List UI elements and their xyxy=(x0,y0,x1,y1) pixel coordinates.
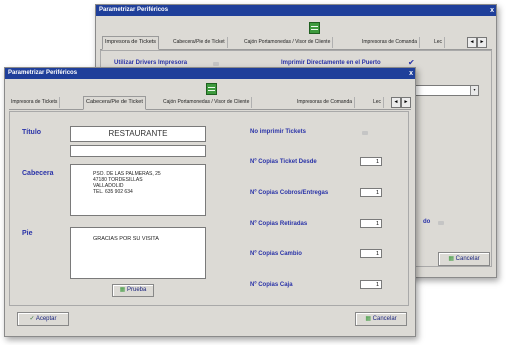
aceptar-check-icon: ✓ xyxy=(29,316,35,322)
cabecera-text: PSO. DE LAS PALMERAS, 25 47180 TORDESILL… xyxy=(93,171,161,195)
back-tab-left-arrow-icon[interactable]: ◄ xyxy=(467,37,477,48)
pie-label: Pie xyxy=(22,230,33,237)
back-window-titlebar[interactable]: Parametrizar Periféricos x xyxy=(96,5,496,16)
copias-cambio-label: Nº Copias Cambio xyxy=(250,251,302,257)
cabecera-textarea[interactable]: PSO. DE LAS PALMERAS, 25 47180 TORDESILL… xyxy=(70,164,206,216)
back-cancel-label: Cancelar xyxy=(455,256,480,262)
titulo-label: Título xyxy=(22,129,42,136)
back-tab-lec[interactable]: Lec xyxy=(432,37,446,48)
copias-caja-input[interactable]: 1 xyxy=(360,280,382,289)
pie-textarea[interactable]: GRACIAS POR SU VISITA xyxy=(70,227,206,279)
pie-text: GRACIAS POR SU VISITA xyxy=(93,236,159,242)
back-tab-impresoras-comanda[interactable]: Impresoras de Comanda xyxy=(360,37,421,48)
front-tab-left-arrow-icon[interactable]: ◄ xyxy=(391,97,401,108)
front-window-titlebar[interactable]: Parametrizar Periféricos x xyxy=(5,68,415,79)
printer-config-icon xyxy=(309,22,320,34)
cabecera-label: Cabecera xyxy=(22,170,54,177)
utilizar-drivers-checkbox[interactable] xyxy=(213,62,219,66)
aceptar-button[interactable]: ✓ Aceptar xyxy=(17,312,69,326)
back-cancel-icon: ▦ xyxy=(448,256,454,262)
copias-ticket-desde-input[interactable]: 1 xyxy=(360,157,382,166)
port-combo[interactable]: ▾ xyxy=(411,85,479,96)
prueba-icon: ▦ xyxy=(119,287,126,293)
back-tab-impresora-tickets[interactable]: Impresora de Tickets xyxy=(102,36,160,50)
cancelar-icon: ▦ xyxy=(365,316,371,322)
no-imprimir-tickets-label: No imprimir Tickets xyxy=(250,129,306,135)
front-close-icon[interactable]: x xyxy=(409,68,413,79)
back-window-title: Parametrizar Periféricos xyxy=(99,7,169,13)
copias-cobros-entregas-label: Nº Copias Cobros/Entregas xyxy=(250,190,329,196)
front-tab-strip: Impresora de Tickets Cabecera/Pie de Tic… xyxy=(9,96,411,110)
back-close-icon[interactable]: x xyxy=(490,5,494,16)
back-tab-scroll: ◄ ► xyxy=(467,37,487,48)
front-tab-panel: Título RESTAURANTE Cabecera PSO. DE LAS … xyxy=(9,111,409,306)
back-cancel-button[interactable]: ▦ Cancelar xyxy=(438,252,490,266)
utilizar-drivers-label: Utilizar Drivers Impresora xyxy=(114,60,188,66)
back-partial-label: do xyxy=(423,219,431,225)
prueba-button[interactable]: ▦ Prueba xyxy=(112,284,154,297)
imprimir-directamente-check-icon[interactable]: ✔ xyxy=(408,58,415,67)
back-tab-cajon-visor[interactable]: Cajón Portamonedas / Visor de Cliente xyxy=(242,37,334,48)
copias-cambio-input[interactable]: 1 xyxy=(360,249,382,258)
front-tab-impresora-tickets[interactable]: Impresora de Tickets xyxy=(9,97,61,108)
copias-cobros-entregas-input[interactable]: 1 xyxy=(360,188,382,197)
front-tab-scroll: ◄ ► xyxy=(391,97,411,108)
copias-ticket-desde-label: Nº Copias Ticket Desde xyxy=(250,159,317,165)
front-window: Parametrizar Periféricos x Impresora de … xyxy=(4,67,416,337)
prueba-label: Prueba xyxy=(126,287,147,293)
copias-retiradas-label: Nº Copias Retiradas xyxy=(250,221,308,227)
front-tab-cabecera-pie[interactable]: Cabecera/Pie de Ticket xyxy=(83,96,146,110)
copias-caja-label: Nº Copias Caja xyxy=(250,282,293,288)
titulo-second-input[interactable] xyxy=(70,145,206,157)
front-tab-lec[interactable]: Lec xyxy=(371,97,385,108)
back-tab-cabecera-pie[interactable]: Cabecera/Pie de Ticket xyxy=(171,37,228,48)
cancelar-button[interactable]: ▦ Cancelar xyxy=(355,312,407,326)
back-tab-right-arrow-icon[interactable]: ► xyxy=(477,37,487,48)
printer-config-icon xyxy=(206,83,217,95)
back-tab-strip: Impresora de Tickets Cabecera/Pie de Tic… xyxy=(100,36,492,50)
front-tab-right-arrow-icon[interactable]: ► xyxy=(401,97,411,108)
front-tab-cajon-visor[interactable]: Cajón Portamonedas / Visor de Cliente xyxy=(161,97,253,108)
copias-retiradas-input[interactable]: 1 xyxy=(360,219,382,228)
front-tab-impresoras-comanda[interactable]: Impresoras de Comanda xyxy=(295,97,356,108)
cancelar-label: Cancelar xyxy=(372,316,397,322)
no-imprimir-tickets-checkbox[interactable] xyxy=(362,131,368,135)
back-partial-checkbox[interactable] xyxy=(438,221,444,225)
aceptar-label: Aceptar xyxy=(35,316,57,322)
imprimir-directamente-label: Imprimir Directamente en el Puerto xyxy=(281,60,381,66)
front-window-title: Parametrizar Periféricos xyxy=(8,70,78,76)
port-combo-arrow-icon[interactable]: ▾ xyxy=(470,86,478,95)
titulo-input[interactable]: RESTAURANTE xyxy=(70,126,206,142)
